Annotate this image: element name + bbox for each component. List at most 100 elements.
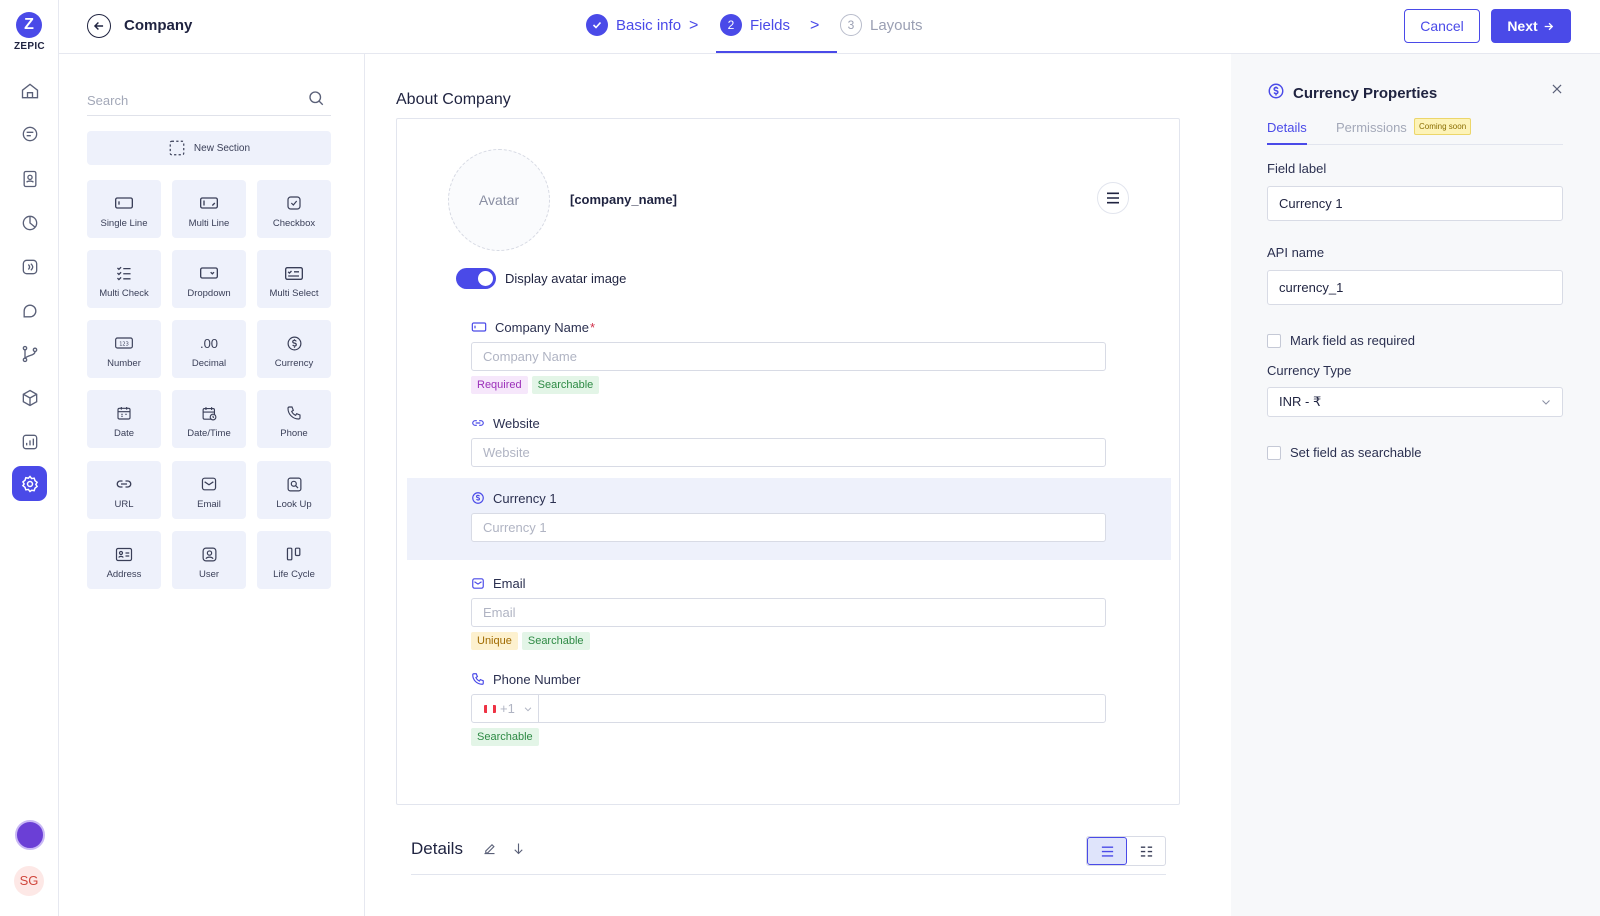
tab-permissions[interactable]: Permissions [1336,120,1407,135]
avatar-placeholder[interactable]: Avatar [448,149,550,251]
field-phone[interactable]: Phone Number +1 Searchable [471,670,1106,746]
tile-multi-select[interactable]: Multi Select [257,250,331,308]
life-cycle-icon [257,543,331,565]
step-layouts[interactable]: 3 Layouts [840,14,923,36]
tile-label: Email [197,499,221,510]
dropdown-icon [172,262,246,284]
field-company-name[interactable]: Company Name * Company Name Required Sea… [471,318,1106,394]
tile-email[interactable]: Email [172,461,246,519]
tile-life-cycle[interactable]: Life Cycle [257,531,331,589]
email-input[interactable]: Email [471,598,1106,627]
tile-phone[interactable]: Phone [257,390,331,448]
link-icon [471,418,485,428]
user-avatar[interactable]: SG [14,866,44,896]
segments-icon[interactable] [16,209,44,237]
tile-datetime[interactable]: Date/Time [172,390,246,448]
search-icon[interactable] [307,89,325,112]
tile-number[interactable]: 123 Number [87,320,161,378]
close-icon[interactable] [1550,82,1564,101]
field-currency[interactable]: Currency 1 Currency 1 [471,489,1106,542]
analytics-icon[interactable] [16,428,44,456]
next-button[interactable]: Next [1491,9,1571,43]
search-input[interactable]: Search [87,86,331,116]
workspace-avatar[interactable] [15,820,45,850]
searchable-checkbox[interactable]: Set field as searchable [1267,445,1422,460]
unique-badge: Unique [471,632,518,650]
tile-label: Date/Time [187,428,231,439]
field-website[interactable]: Website Website [471,414,1106,467]
tile-label: Multi Line [188,218,230,229]
currency-input[interactable]: Currency 1 [471,513,1106,542]
menu-icon[interactable] [1097,182,1129,214]
workflows-icon[interactable] [16,340,44,368]
tile-label: Date [113,428,135,439]
brand-logo[interactable]: Z ZEPIC [14,12,45,52]
tile-multi-line[interactable]: Multi Line [172,180,246,238]
currency-icon [257,332,331,354]
step-fields[interactable]: 2 Fields [720,14,790,36]
field-label-input[interactable]: Currency 1 [1267,186,1563,221]
tile-currency[interactable]: Currency [257,320,331,378]
website-input[interactable]: Website [471,438,1106,467]
cancel-button[interactable]: Cancel [1404,9,1480,43]
contacts-icon[interactable] [16,165,44,193]
phone-icon [471,672,485,686]
country-code-select[interactable]: +1 [472,695,539,722]
checkbox-box[interactable] [1267,445,1281,460]
new-section-button[interactable]: New Section [87,131,331,165]
step-number: 3 [840,14,862,36]
company-name-input[interactable]: Company Name [471,342,1106,371]
tile-lookup[interactable]: Look Up [257,461,331,519]
svg-text:123: 123 [119,342,129,348]
tile-date[interactable]: Date [87,390,161,448]
two-column-view-icon[interactable] [1127,837,1165,865]
details-section-title: Details [411,839,463,858]
tile-dropdown[interactable]: Dropdown [172,250,246,308]
field-palette: Search New Section Single Line Multi Lin… [59,54,365,916]
brand-name: ZEPIC [14,41,45,52]
tile-single-line[interactable]: Single Line [87,180,161,238]
next-button-label: Next [1507,18,1538,34]
single-line-icon [87,192,161,214]
dashed-square-icon [169,140,185,156]
single-line-icon [471,321,487,333]
single-column-view-icon[interactable] [1087,837,1127,865]
tile-label: Multi Check [99,288,149,299]
required-checkbox[interactable]: Mark field as required [1267,333,1415,348]
checkbox-box[interactable] [1267,333,1281,348]
field-label: Website [493,415,540,431]
form-canvas: About Company Avatar [company_name] Disp… [365,54,1231,916]
arrow-down-icon[interactable] [511,841,526,861]
step-basic-info[interactable]: Basic info [586,14,681,36]
api-name-input[interactable]: currency_1 [1267,270,1563,305]
properties-panel: Currency Properties Details Permissions … [1231,54,1600,916]
phone-input[interactable]: +1 [471,694,1106,723]
tile-multi-check[interactable]: Multi Check [87,250,161,308]
settings-gear-icon[interactable] [12,466,47,501]
home-icon[interactable] [16,77,44,105]
email-icon [172,473,246,495]
currency-type-select[interactable]: INR - ₹ [1267,387,1563,417]
field-email[interactable]: Email Email Unique Searchable [471,574,1106,650]
avatar-display-toggle[interactable] [456,268,496,289]
tile-checkbox[interactable]: Checkbox [257,180,331,238]
tile-user[interactable]: User [172,531,246,589]
tile-address[interactable]: Address [87,531,161,589]
conversations-icon[interactable] [16,297,44,325]
divider [411,874,1166,875]
broadcast-icon[interactable] [16,253,44,281]
decimal-icon: .00 [199,335,219,351]
tab-details[interactable]: Details [1267,120,1307,145]
check-icon [586,14,608,36]
chevron-right-icon: > [810,17,820,34]
back-arrow-icon[interactable] [87,14,111,38]
edit-pencil-icon[interactable] [482,841,497,861]
canada-flag-icon [484,704,496,713]
products-icon[interactable] [16,384,44,412]
section-card: Avatar [company_name] Display avatar ima… [396,118,1180,805]
messages-icon[interactable] [16,120,44,148]
address-icon [87,543,161,565]
tile-url[interactable]: URL [87,461,161,519]
field-label: Currency 1 [493,490,557,506]
tile-decimal[interactable]: .00 Decimal [172,320,246,378]
